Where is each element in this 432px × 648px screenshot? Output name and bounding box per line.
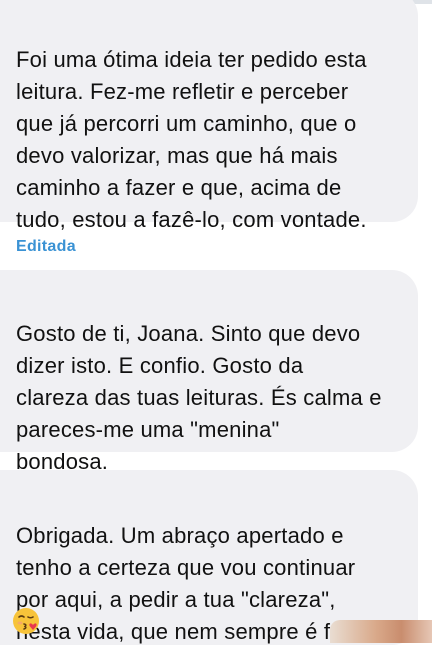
message-bubble-3[interactable]: Obrigada. Um abraço apertado e tenho a c… — [0, 470, 418, 645]
message-bubble-1[interactable]: Foi uma ótima ideia ter pedido esta leit… — [0, 0, 418, 232]
message-bubble-2[interactable]: Gosto de ti, Joana. Sinto que devo dizer… — [0, 270, 418, 474]
kissing-face-with-heart-icon — [13, 608, 39, 634]
image-thumbnail-partial[interactable] — [330, 620, 432, 643]
message-text-3: Obrigada. Um abraço apertado e tenho a c… — [16, 523, 370, 644]
message-text-1: Foi uma ótima ideia ter pedido esta leit… — [16, 47, 367, 232]
message-text-2: Gosto de ti, Joana. Sinto que devo dizer… — [16, 321, 382, 474]
edited-label: Editada — [16, 238, 76, 255]
